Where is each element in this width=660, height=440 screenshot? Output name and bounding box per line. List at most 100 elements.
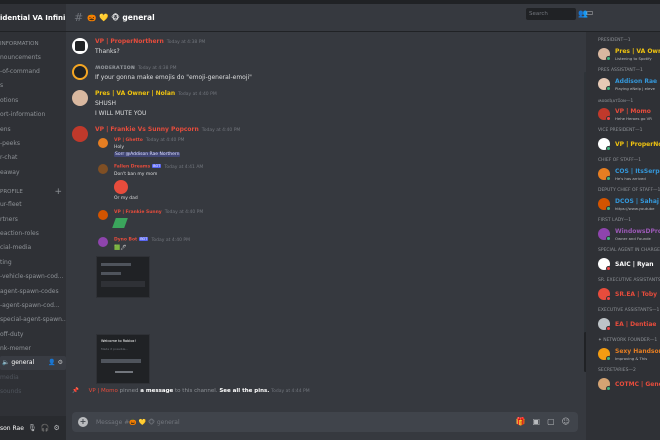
channel-item[interactable]: eaction-roles: [0, 226, 66, 240]
channel-general[interactable]: 🔈 general 👤 ⚙: [0, 355, 66, 370]
author-name[interactable]: VP | Frankie Vs Sunny Popcorn: [95, 126, 199, 133]
member-name: COTMC | Genera: [615, 380, 660, 388]
channel-item[interactable]: ort-information: [0, 108, 66, 122]
avatar: [598, 108, 611, 121]
settings-icon[interactable]: ⚙: [58, 359, 63, 366]
gif-icon[interactable]: ▣: [533, 417, 541, 426]
member-item[interactable]: Sexy HandsomeImproving & This: [586, 346, 660, 362]
channel-item[interactable]: -of-command: [0, 64, 66, 78]
pinned-message-link[interactable]: a message: [140, 388, 173, 394]
bot-badge: BOT: [139, 237, 149, 241]
screenshot-image[interactable]: [96, 256, 150, 298]
channel-item[interactable]: r-chat: [0, 151, 66, 165]
author-name: VP | Frankie Sunny: [114, 210, 162, 215]
channel-label: rtners: [0, 215, 18, 223]
pin-author[interactable]: VP | Momo: [89, 388, 118, 394]
channel-item[interactable]: -agent-spawn-cod...: [0, 298, 66, 312]
member-item[interactable]: Pres | VA Own Listening to Spotify: [586, 46, 660, 62]
category-profile[interactable]: Profile +: [0, 186, 66, 198]
author-name[interactable]: VP | ProperNorthern: [95, 38, 164, 45]
member-item[interactable]: SR.EA | Toby: [586, 286, 660, 302]
channel-label: eaction-roles: [0, 229, 39, 237]
see-pins-link[interactable]: See all the pins.: [219, 388, 269, 394]
avatar[interactable]: [72, 38, 88, 54]
attach-plus-icon[interactable]: +: [78, 417, 88, 427]
status-dot: [606, 356, 611, 361]
message-composer[interactable]: + Message #🎃 💛 🐵 general 🎁 ▣ ▢ ☺: [72, 412, 578, 432]
channel-item[interactable]: cial-media: [0, 241, 66, 255]
sticker-image: [112, 218, 128, 228]
member-name: VP | Momo: [615, 107, 651, 115]
inbox-icon[interactable]: ▭: [586, 8, 594, 17]
category-information[interactable]: Information: [0, 38, 66, 50]
channel-item[interactable]: ens: [0, 122, 66, 136]
channel-label: -peeks: [0, 140, 20, 148]
avatar: [598, 48, 611, 61]
channel-item[interactable]: ting: [0, 255, 66, 269]
member-item[interactable]: WindowsDPro Owner and Founde: [586, 226, 660, 242]
member-list: PRESIDENT—1 Pres | VA Own Listening to Spo…: [586, 32, 660, 440]
channel-item[interactable]: agent-spawn-codes: [0, 284, 66, 298]
role-header: EXECUTIVE ASSISTANTS—1: [598, 308, 660, 313]
member-item[interactable]: Addison Rae Playing eNelp | eleve: [586, 76, 660, 92]
member-name: EA | Dentiae: [615, 320, 657, 328]
channel-item[interactable]: s: [0, 79, 66, 93]
channel-item[interactable]: off-duty: [0, 327, 66, 341]
user-settings-icon[interactable]: ⚙: [54, 424, 60, 432]
member-item[interactable]: COTMC | Genera: [586, 376, 660, 392]
channel-item[interactable]: ur-fleet: [0, 198, 66, 212]
member-item[interactable]: SAIC | Ryan: [586, 256, 660, 272]
avatar: [598, 168, 611, 181]
member-item[interactable]: DCOS | Sahaj https://www.youtube: [586, 196, 660, 212]
channel-item[interactable]: nk-memer: [0, 341, 66, 355]
pin-text: to this channel.: [175, 388, 218, 394]
channel-item[interactable]: nouncements: [0, 50, 66, 64]
avatar[interactable]: [72, 90, 88, 106]
avatar: [98, 138, 108, 148]
timestamp: Today at 4:38 PM: [137, 66, 177, 71]
message-input[interactable]: Message #🎃 💛 🐵 general: [96, 419, 180, 426]
pin-text: pinned: [119, 388, 139, 394]
role-header: SECRETARIES—2: [598, 368, 636, 373]
channel-item[interactable]: rtners: [0, 212, 66, 226]
channel-label: agent-spawn-codes: [0, 287, 59, 295]
avatar[interactable]: [72, 64, 88, 80]
member-name: Pres | VA Own: [615, 47, 660, 55]
channel-item[interactable]: -vehicle-spawn-cod...: [0, 269, 66, 283]
add-channel-icon[interactable]: +: [54, 187, 62, 197]
gift-icon[interactable]: 🎁: [516, 417, 526, 426]
member-item[interactable]: VP | ProperNorth: [586, 136, 660, 152]
hashtag-icon: #: [74, 11, 84, 24]
channel-item[interactable]: -peeks: [0, 136, 66, 150]
headphones-icon[interactable]: 🎧: [41, 424, 50, 432]
author-name[interactable]: ʍᴏᴅᴇʀᴀᴛɪᴏɴ: [95, 64, 135, 71]
screenshot-image[interactable]: Welcome to Roblox! Made it possible...: [96, 334, 150, 384]
bot-badge: BOT: [152, 164, 162, 168]
invite-icon[interactable]: 👤: [48, 359, 55, 366]
channel-item[interactable]: special-agent-spawn...: [0, 313, 66, 327]
channel-label: nouncements: [0, 53, 41, 61]
author-name: VP | Ghetto: [114, 138, 143, 143]
author-name[interactable]: Pres | VA Owner | Nolan: [95, 90, 175, 97]
channel-label: ort-information: [0, 111, 46, 119]
status-dot: [606, 296, 611, 301]
voice-channel[interactable]: media: [0, 370, 66, 384]
avatar[interactable]: [72, 126, 88, 142]
voice-channel[interactable]: sounds: [0, 384, 66, 398]
member-item[interactable]: VP | Momo Hehe Heroes go VR: [586, 106, 660, 122]
avatar: [598, 288, 611, 301]
member-item[interactable]: EA | Dentiae: [586, 316, 660, 332]
timestamp: Today at 4:44 PM: [271, 389, 310, 394]
message-list: VP | ProperNorthern Today at 4:38 PM Than…: [66, 32, 586, 408]
server-header[interactable]: idential VA Infini... ⌄: [0, 4, 66, 32]
mic-icon[interactable]: 🎙: [28, 424, 37, 432]
category-label: Information: [0, 41, 39, 47]
search-input[interactable]: Search: [526, 8, 576, 20]
channel-item[interactable]: otions: [0, 93, 66, 107]
sticker-icon[interactable]: ▢: [547, 417, 555, 426]
channel-item[interactable]: eaway: [0, 165, 66, 179]
member-status: https://www.youtube: [615, 205, 655, 211]
emoji-icon[interactable]: ☺: [562, 417, 570, 426]
embedded-message: VP | Frankie Sunny Today at 4:40 PM: [98, 210, 203, 228]
member-item[interactable]: COS | ItsSerpasHe's has arrived: [586, 166, 660, 182]
